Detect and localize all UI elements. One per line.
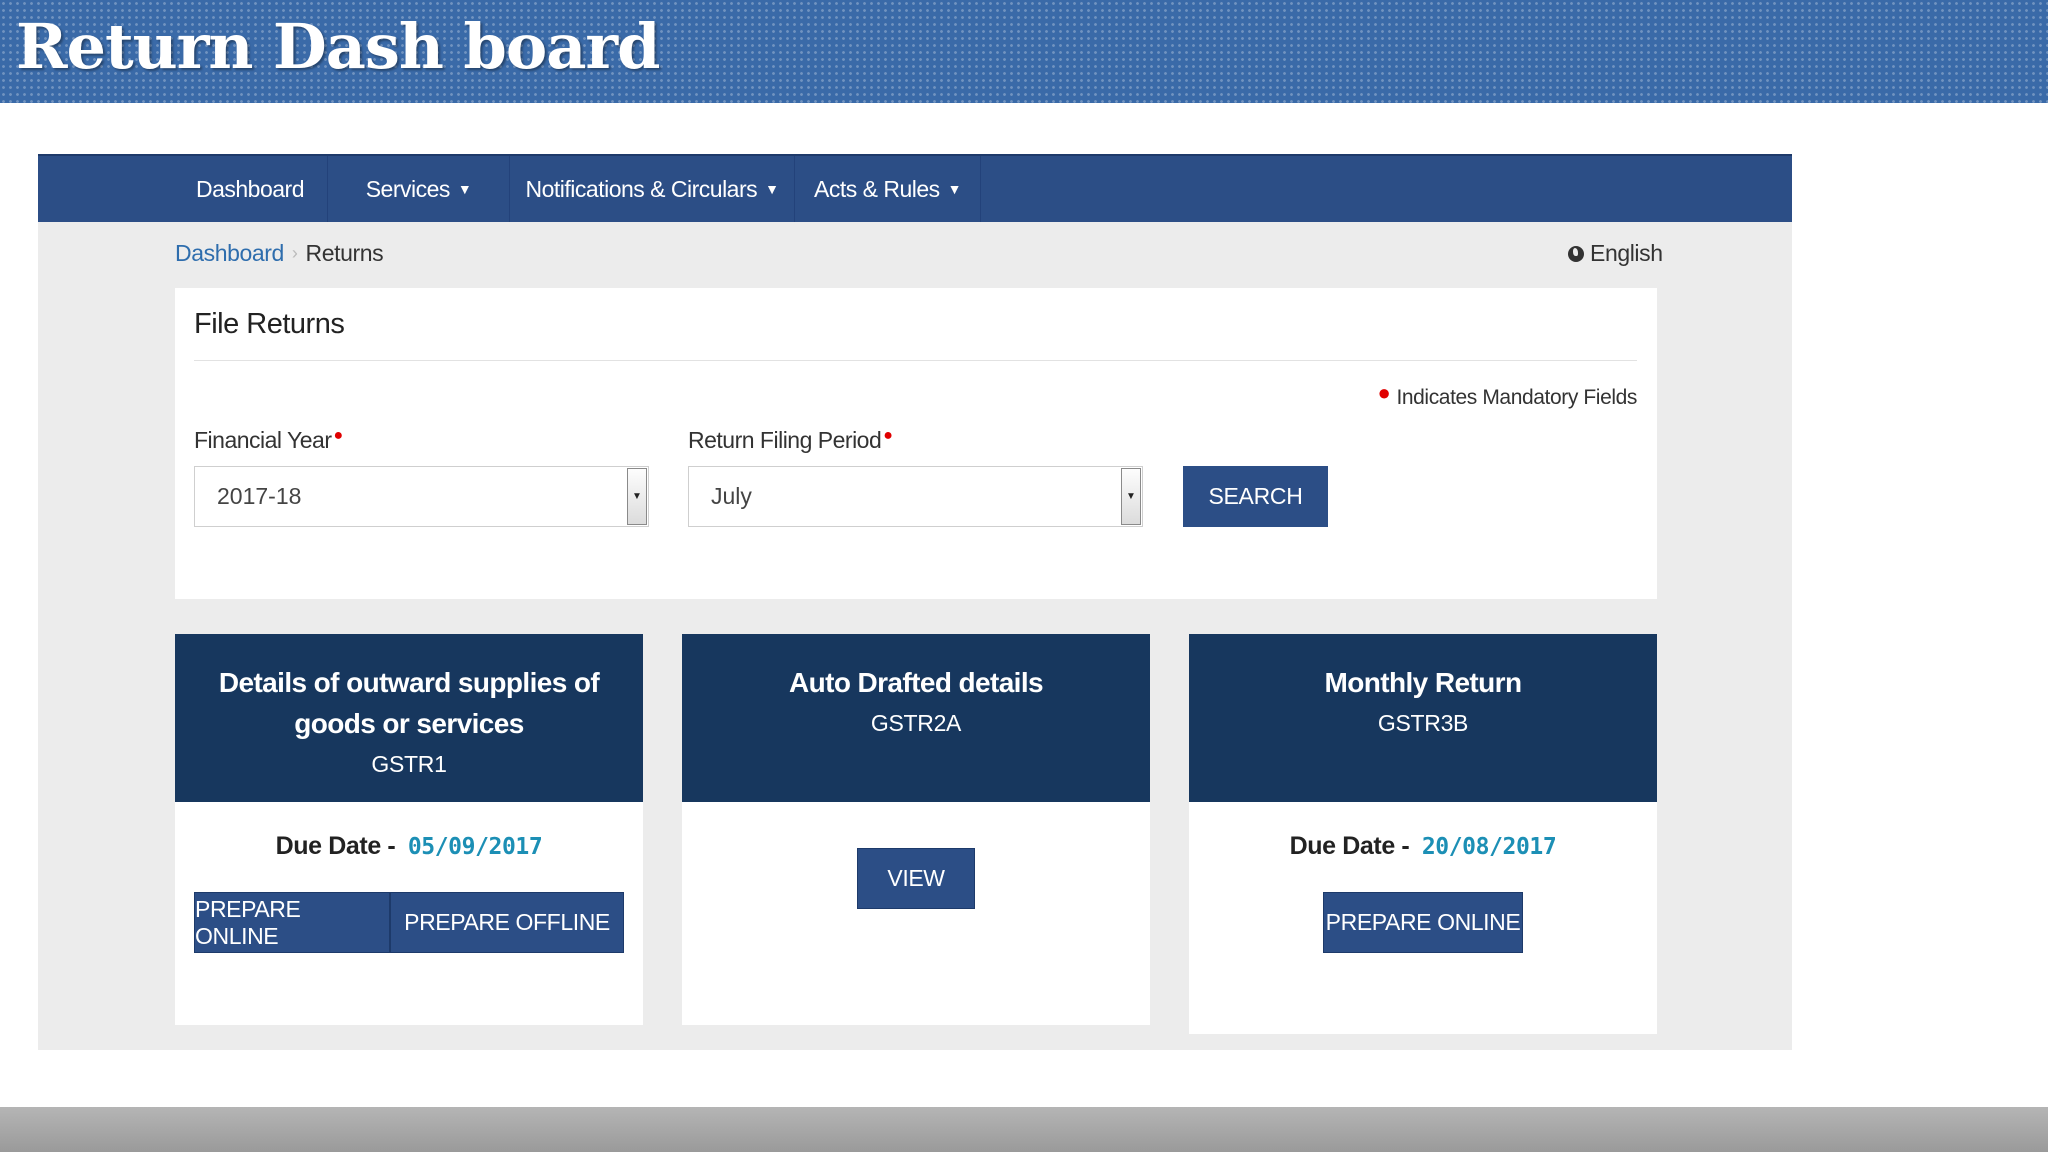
- breadcrumb-separator-icon: ›: [291, 243, 298, 263]
- nav-notifications[interactable]: Notifications & Circulars ▼: [510, 156, 795, 222]
- slide-banner: Return Dash board: [0, 0, 2048, 103]
- financial-year-select[interactable]: 2017-18 ▼: [194, 466, 649, 527]
- card-form-code: GSTR3B: [1377, 710, 1469, 736]
- due-date-row: Due Date - 05/09/2017: [175, 832, 643, 861]
- filing-period-select[interactable]: July ▼: [688, 466, 1143, 527]
- dropdown-arrow-icon[interactable]: ▼: [1121, 468, 1141, 525]
- slide-title: Return Dash board: [16, 10, 660, 83]
- financial-year-value: 2017-18: [217, 483, 302, 509]
- breadcrumb: Dashboard › Returns: [175, 240, 384, 267]
- card-title: Details of outward supplies of goods or …: [218, 667, 600, 739]
- due-date-label: Due Date -: [1289, 832, 1410, 860]
- nav-acts-rules[interactable]: Acts & Rules ▼: [795, 156, 981, 222]
- card-gstr2a: Auto Drafted details GSTR2A VIEW: [682, 634, 1150, 1025]
- language-label: English: [1590, 240, 1663, 266]
- caret-down-icon: ▼: [765, 181, 779, 197]
- breadcrumb-current: Returns: [305, 240, 384, 266]
- due-date-value: 20/08/2017: [1421, 834, 1557, 860]
- due-date-value: 05/09/2017: [407, 834, 543, 860]
- card-form-code: GSTR2A: [870, 710, 962, 736]
- mandatory-note: ● Indicates Mandatory Fields: [1377, 380, 1638, 410]
- language-selector[interactable]: English: [1568, 240, 1663, 267]
- divider: [194, 360, 1637, 361]
- globe-icon: [1568, 245, 1584, 262]
- card-title: Monthly Return: [1324, 667, 1523, 698]
- filing-period-label-text: Return Filing Period: [688, 427, 882, 453]
- required-dot-icon: ●: [333, 427, 344, 444]
- top-navbar: Dashboard Services ▼ Notifications & Cir…: [38, 154, 1792, 222]
- bottom-bar: [0, 1107, 2048, 1152]
- prepare-online-button[interactable]: PREPARE ONLINE: [1323, 892, 1523, 953]
- dropdown-arrow-icon[interactable]: ▼: [627, 468, 647, 525]
- caret-down-icon: ▼: [947, 181, 962, 197]
- prepare-online-button[interactable]: PREPARE ONLINE: [194, 892, 390, 953]
- nav-notifications-label: Notifications & Circulars: [525, 175, 758, 202]
- filing-period-value: July: [711, 483, 752, 509]
- view-button[interactable]: VIEW: [857, 848, 975, 909]
- financial-year-label: Financial Year ●: [194, 427, 343, 454]
- caret-down-icon: ▼: [457, 181, 472, 197]
- card-form-code: GSTR1: [371, 751, 447, 777]
- required-dot-icon: ●: [883, 427, 893, 444]
- filing-period-label: Return Filing Period ●: [688, 427, 893, 454]
- nav-acts-label: Acts & Rules: [813, 175, 940, 202]
- nav-dashboard-label: Dashboard: [195, 175, 305, 202]
- due-date-row: Due Date - 20/08/2017: [1189, 832, 1657, 861]
- card-gstr3b: Monthly Return GSTR3B Due Date - 20/08/2…: [1189, 634, 1657, 1034]
- nav-services[interactable]: Services ▼: [327, 156, 510, 222]
- nav-services-label: Services: [365, 175, 451, 202]
- card-title: Auto Drafted details: [788, 667, 1044, 698]
- panel-title: File Returns: [194, 308, 345, 340]
- gst-portal-screenshot: Dashboard Services ▼ Notifications & Cir…: [38, 154, 1792, 1050]
- card-gstr1: Details of outward supplies of goods or …: [175, 634, 643, 1025]
- breadcrumb-dashboard-link[interactable]: Dashboard: [175, 240, 284, 267]
- card-body: Due Date - 20/08/2017 PREPARE ONLINE: [1189, 802, 1657, 1034]
- due-date-label: Due Date -: [275, 832, 396, 860]
- search-button[interactable]: SEARCH: [1183, 466, 1328, 527]
- card-body: Due Date - 05/09/2017 PREPARE ONLINE PRE…: [175, 802, 643, 1025]
- card-header: Auto Drafted details GSTR2A: [682, 634, 1150, 802]
- file-returns-panel: File Returns ● Indicates Mandatory Field…: [175, 288, 1657, 599]
- card-body: VIEW: [682, 802, 1150, 1025]
- card-header: Monthly Return GSTR3B: [1189, 634, 1657, 802]
- card-header: Details of outward supplies of goods or …: [175, 634, 643, 802]
- mandatory-note-text: Indicates Mandatory Fields: [1396, 386, 1637, 409]
- financial-year-label-text: Financial Year: [194, 427, 332, 453]
- nav-dashboard[interactable]: Dashboard: [193, 156, 307, 222]
- prepare-offline-button[interactable]: PREPARE OFFLINE: [390, 892, 624, 953]
- required-dot-icon: ●: [1377, 380, 1391, 405]
